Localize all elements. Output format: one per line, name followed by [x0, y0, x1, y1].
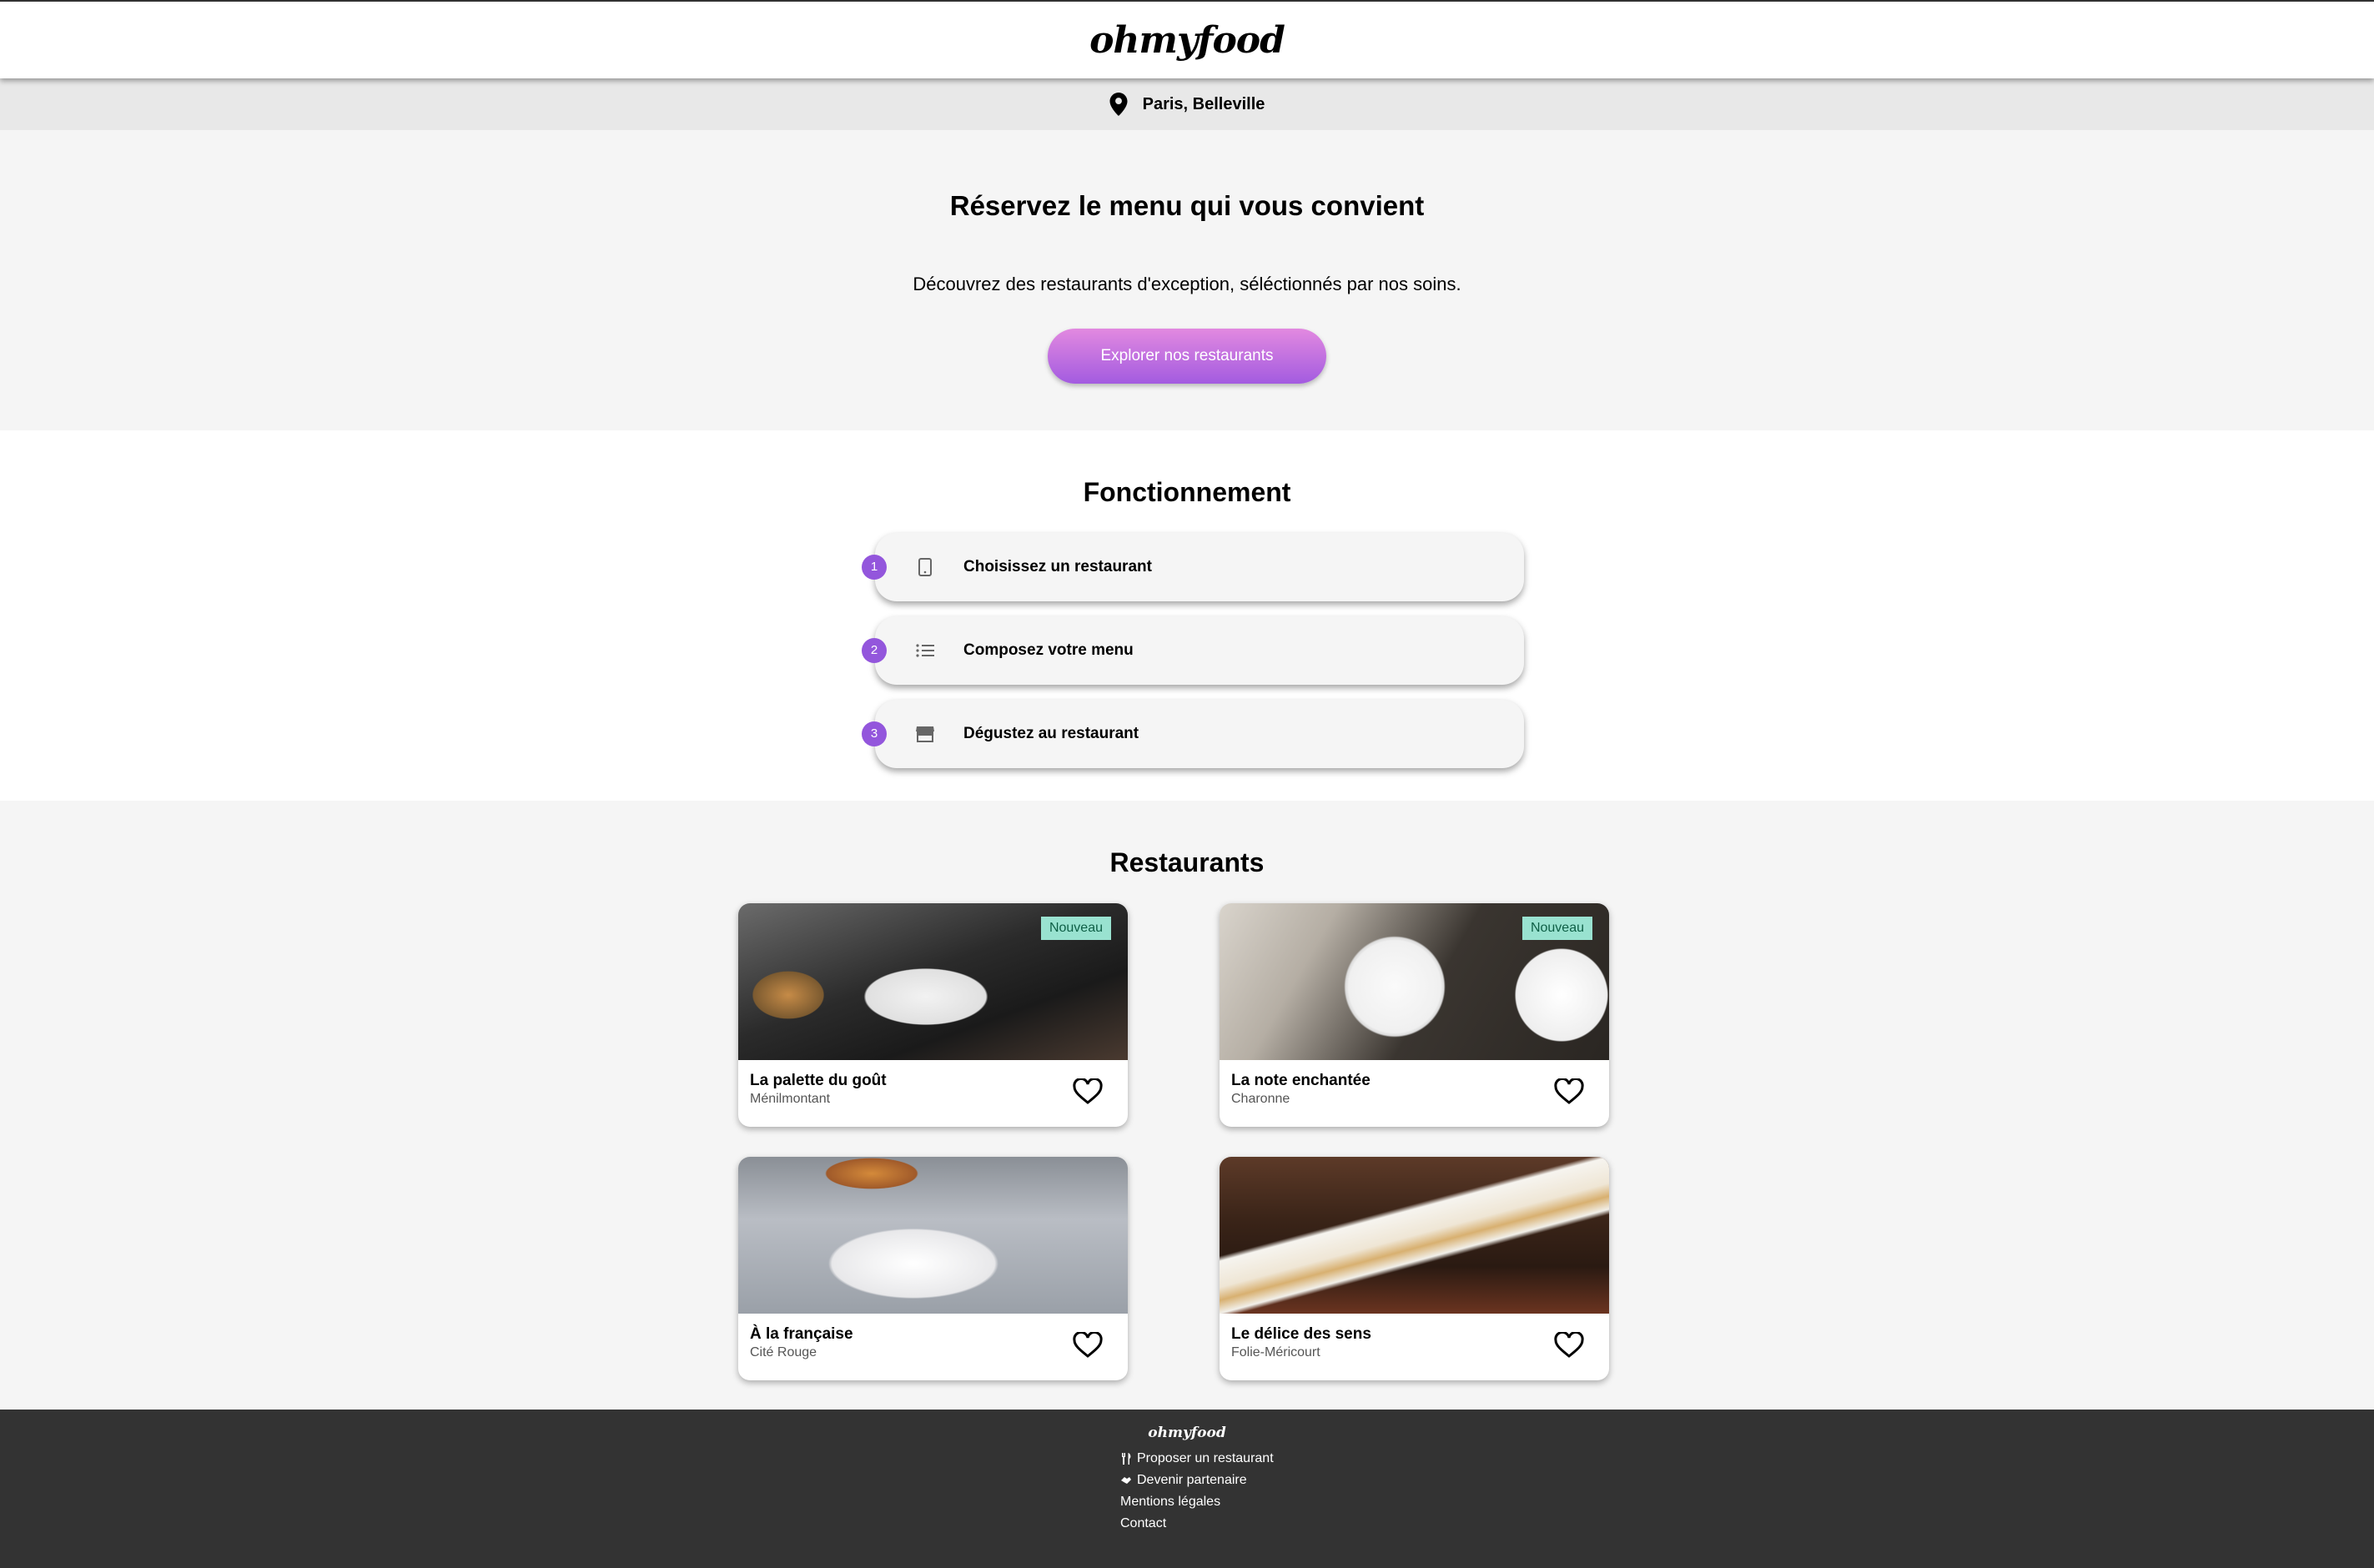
restaurant-area: Ménilmontant — [750, 1092, 831, 1106]
footer-link-contact[interactable]: Contact — [1120, 1513, 1287, 1535]
step-label: Composez votre menu — [963, 641, 1134, 659]
handshake-icon — [1120, 1475, 1132, 1486]
step-label: Choisissez un restaurant — [963, 558, 1152, 575]
site-footer: ohmyfood Proposer un restaurant Devenir … — [0, 1410, 2374, 1568]
restaurant-card[interactable]: À la française Cité Rouge — [738, 1157, 1128, 1380]
restaurant-photo — [1220, 1157, 1609, 1314]
site-logo[interactable]: ohmyfood — [1089, 19, 1285, 62]
restaurant-name: La palette du goût — [750, 1072, 887, 1089]
list-icon — [913, 639, 937, 662]
footer-link-label: Contact — [1120, 1516, 1167, 1530]
new-badge: Nouveau — [1040, 917, 1111, 940]
steps-list: 1 Choisissez un restaurant 2 Composez vo… — [858, 533, 1524, 768]
how-title: Fonctionnement — [1083, 477, 1291, 507]
restaurant-card[interactable]: Nouveau La palette du goût Ménilmontant — [738, 903, 1128, 1127]
restaurant-name: À la française — [750, 1325, 853, 1343]
restaurant-name: Le délice des sens — [1231, 1325, 1371, 1343]
restaurant-photo — [738, 1157, 1128, 1314]
restaurant-photo: Nouveau — [1220, 903, 1609, 1060]
restaurant-area: Charonne — [1231, 1092, 1290, 1106]
how-it-works-section: Fonctionnement 1 Choisissez un restauran… — [0, 430, 2374, 801]
footer-link-label: Proposer un restaurant — [1137, 1451, 1274, 1465]
restaurant-area: Folie-Méricourt — [1231, 1345, 1320, 1359]
hero-title: Réservez le menu qui vous convient — [949, 190, 1425, 221]
restaurant-area: Cité Rouge — [750, 1345, 817, 1359]
hero-subtitle: Découvrez des restaurants d'exception, s… — [913, 274, 1461, 294]
step-number: 2 — [862, 638, 887, 663]
restaurants-grid: Nouveau La palette du goût Ménilmontant … — [738, 903, 1636, 1380]
footer-link-legal-notice[interactable]: Mentions légales — [1120, 1491, 1287, 1513]
step-choose-restaurant: 1 Choisissez un restaurant — [862, 533, 1524, 601]
footer-link-label: Mentions légales — [1120, 1495, 1221, 1509]
restaurants-section: Restaurants Nouveau La palette du goût M… — [0, 801, 2374, 1410]
restaurant-photo: Nouveau — [738, 903, 1128, 1060]
location-bar: Paris, Belleville — [0, 78, 2374, 130]
location-label: Paris, Belleville — [1142, 94, 1265, 113]
map-pin-icon — [1109, 93, 1128, 116]
site-header: ohmyfood — [0, 2, 2374, 78]
store-icon — [913, 722, 937, 746]
footer-links: Proposer un restaurant Devenir partenair… — [1120, 1448, 1287, 1535]
new-badge: Nouveau — [1521, 917, 1592, 940]
heart-icon[interactable] — [1554, 1078, 1584, 1105]
step-number: 3 — [862, 721, 887, 746]
restaurants-title: Restaurants — [1109, 847, 1265, 877]
step-compose-menu: 2 Composez votre menu — [862, 616, 1524, 685]
restaurant-card[interactable]: Nouveau La note enchantée Charonne — [1220, 903, 1609, 1127]
footer-link-propose-restaurant[interactable]: Proposer un restaurant — [1120, 1448, 1287, 1470]
restaurant-name: La note enchantée — [1231, 1072, 1371, 1089]
restaurant-card[interactable]: Le délice des sens Folie-Méricourt — [1220, 1157, 1609, 1380]
heart-icon[interactable] — [1554, 1332, 1584, 1359]
heart-icon[interactable] — [1073, 1332, 1103, 1359]
step-number: 1 — [862, 555, 887, 580]
footer-logo[interactable]: ohmyfood — [0, 1425, 2374, 1441]
step-taste-restaurant: 3 Dégustez au restaurant — [862, 700, 1524, 768]
heart-icon[interactable] — [1073, 1078, 1103, 1105]
hero-section: Réservez le menu qui vous convient Décou… — [0, 130, 2374, 430]
footer-link-label: Devenir partenaire — [1137, 1473, 1247, 1487]
mobile-phone-icon — [913, 555, 937, 579]
footer-link-become-partner[interactable]: Devenir partenaire — [1120, 1470, 1287, 1491]
utensils-icon — [1120, 1453, 1132, 1465]
step-label: Dégustez au restaurant — [963, 725, 1139, 742]
explore-restaurants-button[interactable]: Explorer nos restaurants — [1048, 329, 1326, 384]
